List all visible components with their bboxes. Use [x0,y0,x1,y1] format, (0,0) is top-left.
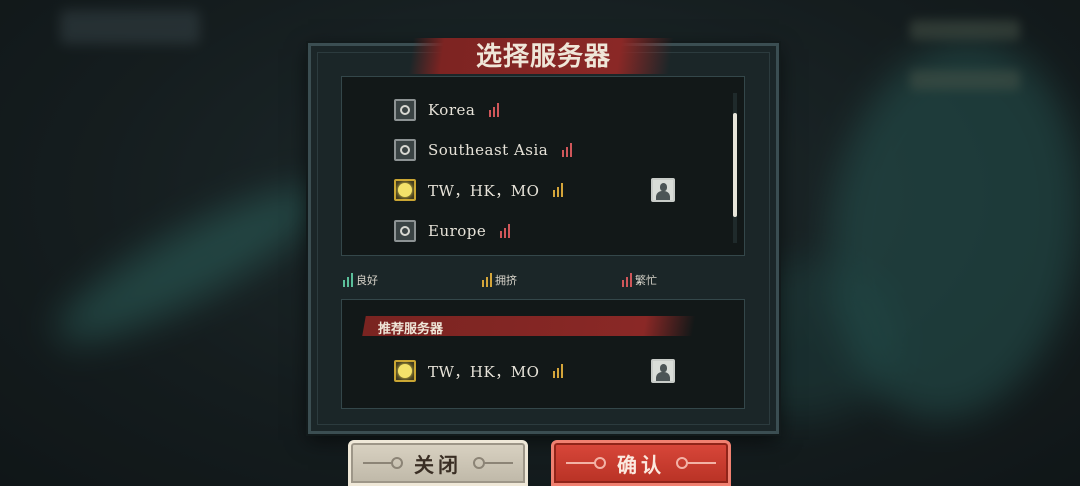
signal-bars-icon [500,224,511,238]
signal-bars-icon [562,143,573,157]
scrollbar[interactable] [733,93,737,243]
server-name: Korea [428,101,476,119]
legend-busy: 繁忙 [622,272,657,288]
signal-bars-icon [343,273,353,287]
legend-label-good: 良好 [356,274,378,287]
server-row-korea[interactable]: Korea [394,97,500,123]
dialog-title: 选择服务器 [475,42,611,72]
server-list: Korea Southeast Asia TW，HK，MO Europe [341,76,745,256]
radio-icon[interactable] [394,179,416,201]
confirm-button[interactable]: 确认 [551,440,731,486]
recommended-title: 推荐服务器 [378,322,444,337]
character-avatar-icon [651,359,675,383]
server-row-europe[interactable]: Europe [394,218,511,244]
ornament [594,457,606,469]
ornament [686,462,716,464]
signal-bars-icon [553,183,564,197]
server-row-tw-hk-mo[interactable]: TW，HK，MO [394,177,564,203]
signal-bars-icon [482,273,492,287]
server-name: Europe [428,222,487,240]
ornament [566,462,596,464]
radio-icon[interactable] [394,220,416,242]
ornament [483,462,513,464]
recommended-section: 推荐服务器 TW，HK，MO [341,299,745,409]
server-row-southeast-asia[interactable]: Southeast Asia [394,137,573,163]
radio-icon[interactable] [394,99,416,121]
legend-crowded: 拥挤 [482,272,517,288]
server-name: TW，HK，MO [428,181,540,200]
radio-icon[interactable] [394,139,416,161]
ornament [391,457,403,469]
server-select-dialog: 选择服务器 Korea Southeast Asia TW，HK，MO Euro… [308,38,779,434]
legend-good: 良好 [343,272,378,288]
recommended-server-row[interactable]: TW，HK，MO [394,358,564,384]
legend-label-busy: 繁忙 [635,274,657,287]
radio-icon[interactable] [394,360,416,382]
server-name: TW，HK，MO [428,362,540,381]
server-name: Southeast Asia [428,141,549,159]
ornament [363,462,393,464]
character-avatar-icon [651,178,675,202]
close-button-label: 关闭 [414,452,462,477]
signal-bars-icon [553,364,564,378]
close-button[interactable]: 关闭 [348,440,528,486]
confirm-button-label: 确认 [617,452,665,477]
scrollbar-thumb[interactable] [733,113,737,217]
legend-label-crowded: 拥挤 [495,274,517,287]
signal-bars-icon [489,103,500,117]
signal-bars-icon [622,273,632,287]
